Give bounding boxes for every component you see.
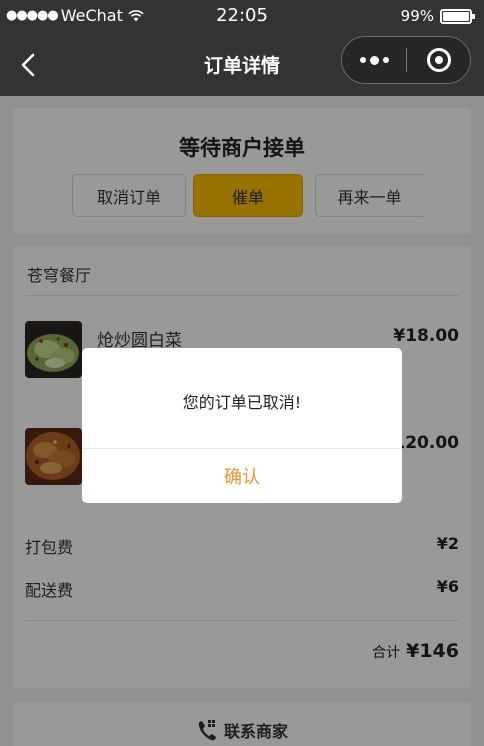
confirm-button[interactable]: 确认: [82, 449, 402, 503]
battery-percent: 99%: [400, 7, 434, 25]
status-bar: ●●●●● WeChat 22:05 99%: [0, 0, 484, 34]
battery-icon: [440, 8, 475, 24]
mini-program-capsule: [341, 36, 471, 84]
close-mini-program-button[interactable]: [407, 37, 470, 83]
navigation-bar: 订单详情: [0, 34, 484, 96]
cancel-confirmation-dialog: 您的订单已取消! 确认: [82, 348, 402, 503]
battery-fill: [443, 11, 469, 21]
battery-status: 99%: [400, 7, 475, 25]
more-dots-icon[interactable]: [342, 37, 406, 83]
target-circle-icon: [426, 48, 451, 72]
dialog-message: 您的订单已取消!: [182, 393, 302, 412]
